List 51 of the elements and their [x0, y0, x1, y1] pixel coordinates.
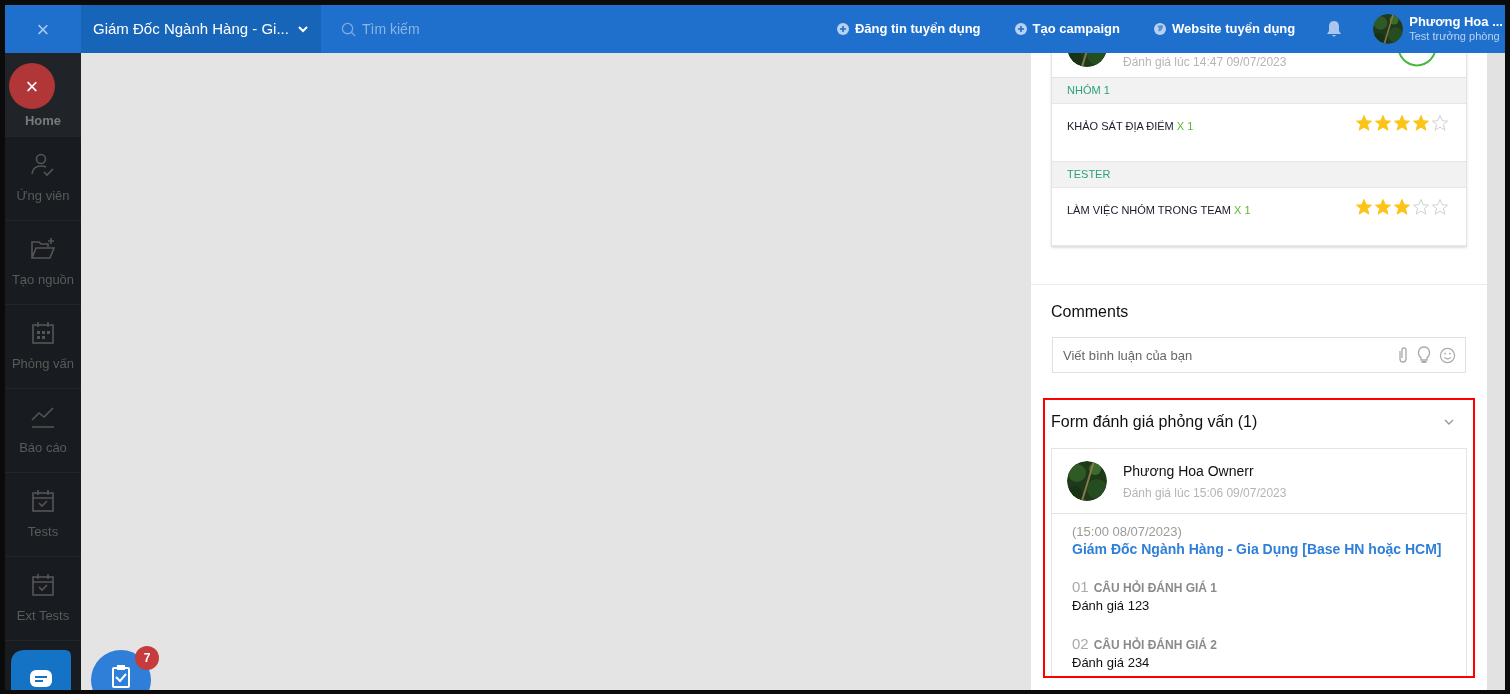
star-icon [1355, 198, 1373, 216]
criterion-label: LÀM VIỆC NHÓM TRONG TEAM X 1 [1067, 203, 1251, 218]
star-icon [1393, 114, 1411, 132]
close-button[interactable]: × [5, 5, 81, 53]
question-title: CÂU HỎI ĐÁNH GIÁ 1 [1093, 579, 1218, 597]
lightbulb-icon[interactable] [1417, 346, 1431, 364]
answer-text: Đánh giá 234 [1072, 654, 1151, 672]
user-name[interactable]: Phương Hoa ... [1409, 14, 1503, 31]
star-icon [1374, 114, 1392, 132]
job-selector[interactable]: Giám Đốc Ngành Hàng - Gi... [81, 5, 321, 53]
section-title: Form đánh giá phỏng vấn (1) [1051, 412, 1258, 432]
empty-star-icon [1431, 198, 1449, 216]
star-icon [1374, 198, 1392, 216]
group-heading: TESTER [1067, 167, 1111, 183]
chevron-down-icon [296, 23, 309, 35]
interview-time: (15:00 08/07/2023) [1072, 524, 1183, 540]
star-icon [1355, 114, 1373, 132]
section-title: Comments [1050, 302, 1130, 322]
bell-icon[interactable] [1325, 20, 1344, 38]
search-field[interactable]: Tìm kiếm [362, 18, 562, 40]
plus-circle-icon [1014, 23, 1027, 35]
star-icon [1412, 114, 1430, 132]
search-icon [341, 21, 356, 37]
calendar-check-icon [30, 487, 56, 514]
question-title: CÂU HỎI ĐÁNH GIÁ 2 [1093, 636, 1218, 654]
paperclip-icon[interactable] [1397, 346, 1409, 364]
plus-circle-icon [836, 23, 849, 35]
review-date: Đánh giá lúc 14:47 09/07/2023 [1123, 53, 1287, 71]
user-role: Test trưởng phòng [1409, 30, 1501, 44]
job-link[interactable]: Giám Đốc Ngành Hàng - Gia Dụng [Base HN hoặc HCM] [1072, 540, 1446, 558]
header-link[interactable]: Tạo campaign [1014, 19, 1120, 39]
group-heading: NHÓM 1 [1067, 83, 1110, 99]
empty-star-icon [1431, 114, 1449, 132]
calendar-icon [30, 319, 56, 346]
question-number: 02 [1072, 635, 1089, 653]
question-number: 01 [1072, 578, 1089, 596]
user-check-icon [30, 151, 56, 178]
reviewer-name: Phương Hoa Ownerr [1123, 461, 1255, 481]
empty-star-icon [1412, 198, 1430, 216]
globe-icon [1153, 23, 1166, 35]
answer-text: Đánh giá 123 [1072, 597, 1151, 615]
task-button[interactable] [91, 650, 151, 690]
comment-field[interactable]: Viết bình luận của bạn [1052, 337, 1466, 373]
star-icon [1393, 198, 1411, 216]
review-date: Đánh giá lúc 15:06 09/07/2023 [1123, 484, 1287, 502]
folder-plus-icon [30, 235, 56, 262]
calendar-check-icon [30, 571, 56, 598]
smiley-icon[interactable] [1439, 346, 1456, 364]
header-link[interactable]: Đăng tin tuyển dụng [836, 19, 981, 39]
header-link[interactable]: Website tuyển dụng [1153, 19, 1296, 39]
criterion-label: KHẢO SÁT ĐỊA ĐIỂM X 1 [1067, 119, 1194, 134]
